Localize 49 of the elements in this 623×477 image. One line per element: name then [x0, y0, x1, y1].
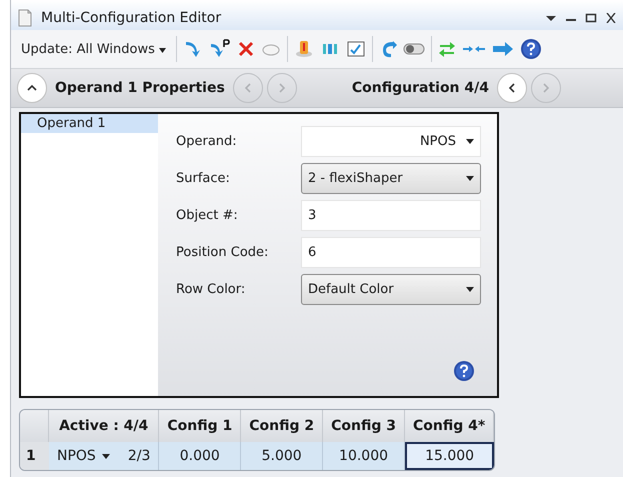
delete-icon[interactable]: [237, 40, 256, 58]
property-label: Position Code:: [176, 245, 270, 260]
document-icon: [17, 9, 33, 27]
table-cell[interactable]: 10.000: [323, 442, 405, 470]
property-label: Surface:: [176, 171, 231, 186]
chevron-left-icon: [244, 83, 252, 93]
corner-cell: [20, 410, 49, 442]
table-cell[interactable]: 15.000: [404, 442, 494, 470]
help-icon[interactable]: [453, 360, 475, 382]
input-field[interactable]: 6: [301, 237, 481, 268]
column-header[interactable]: Config 4*: [404, 410, 494, 442]
input-field[interactable]: 3: [301, 200, 481, 231]
chevron-right-icon: [542, 83, 550, 93]
caret-icon: [159, 48, 166, 52]
caret-icon: [466, 139, 474, 144]
dropdown-icon[interactable]: [545, 13, 557, 23]
maximize-icon[interactable]: [585, 13, 597, 23]
column-header[interactable]: Config 2: [241, 410, 324, 442]
operand-dropdown[interactable]: NPOS: [301, 126, 481, 157]
column-header[interactable]: Config 3: [323, 410, 405, 442]
property-label: Row Color:: [176, 282, 246, 297]
row-number: 1: [20, 442, 49, 470]
column-header[interactable]: Active : 4/4: [49, 410, 160, 442]
arrow-p-icon[interactable]: [209, 39, 232, 59]
table-cell[interactable]: 5.000: [241, 442, 324, 470]
column-header[interactable]: Config 1: [159, 410, 242, 442]
configuration-title: Configuration 4/4: [352, 80, 489, 96]
previous-button[interactable]: [497, 73, 527, 103]
right-arrow-icon[interactable]: [492, 40, 514, 58]
collapse-button[interactable]: [17, 73, 47, 103]
operand-count: 2/3: [128, 448, 150, 464]
property-label: Object #:: [176, 208, 239, 223]
help-icon[interactable]: [520, 38, 542, 60]
window-title: Multi-Configuration Editor: [41, 10, 222, 26]
update-dropdown[interactable]: Update: All Windows: [17, 40, 170, 58]
caret-icon: [466, 287, 474, 292]
operand-dropdown[interactable]: NPOS: [57, 448, 110, 464]
table-cell[interactable]: 0.000: [159, 442, 242, 470]
chevron-left-icon: [508, 83, 516, 93]
operand-list-item[interactable]: Operand 1: [21, 114, 158, 133]
operand-properties-title: Operand 1 Properties: [55, 80, 225, 96]
caret-icon: [466, 176, 474, 181]
caret-icon: [102, 454, 110, 458]
chevron-up-icon: [27, 84, 37, 92]
dropdown-field[interactable]: Default Color: [301, 274, 481, 305]
property-label: Operand:: [176, 134, 238, 149]
chevron-right-icon: [278, 83, 286, 93]
dropdown-field[interactable]: 2 - flexiShaper: [301, 163, 481, 194]
close-icon[interactable]: [605, 13, 617, 23]
